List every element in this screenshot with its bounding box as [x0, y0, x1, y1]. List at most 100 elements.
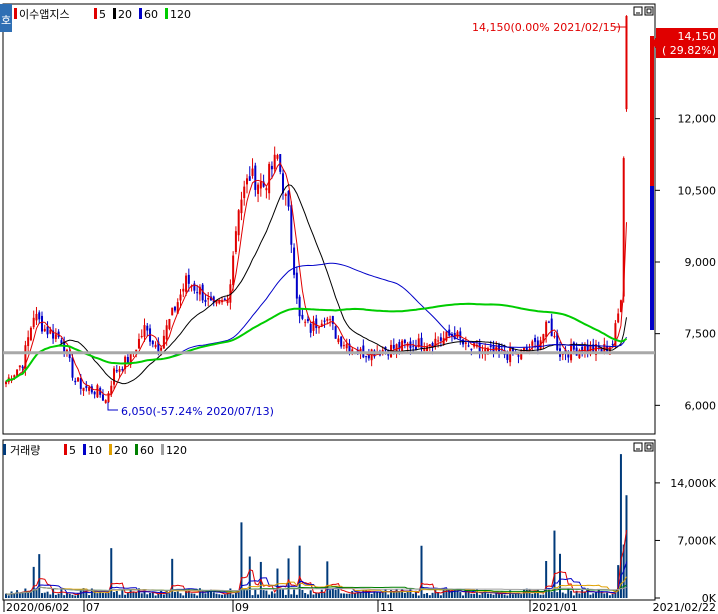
candle-body — [301, 314, 304, 319]
candle-body — [71, 357, 74, 378]
candle-body — [550, 318, 553, 337]
candle-body — [572, 342, 575, 350]
candle-body — [234, 231, 237, 252]
candle-body — [38, 312, 41, 320]
minimize-button[interactable] — [633, 6, 643, 16]
volume-bar — [378, 592, 381, 598]
candle-body — [320, 323, 323, 326]
volume-bar — [592, 593, 595, 598]
candle-body — [182, 288, 185, 292]
volume-bar — [295, 594, 298, 598]
candle-body — [140, 336, 143, 338]
volume-legend-ma-label: 5 — [69, 444, 76, 457]
volume-bar — [262, 590, 265, 598]
candle-body — [18, 365, 21, 368]
volume-bar — [223, 594, 226, 598]
candle-body — [32, 317, 35, 328]
candle-body — [82, 387, 85, 391]
volume-bar — [41, 593, 44, 598]
volume-bar — [517, 593, 520, 598]
volume-bar — [149, 592, 152, 598]
volume-bar — [506, 595, 509, 598]
volume-bar — [101, 592, 104, 598]
candle-body — [295, 272, 298, 299]
volume-legend-ma-label: 20 — [114, 444, 128, 457]
candle-body — [171, 307, 174, 316]
legend-ma-label: 60 — [144, 8, 158, 21]
volume-bar — [489, 593, 492, 598]
candle-body — [276, 155, 279, 159]
candle-body — [223, 298, 226, 300]
current-price-label: 14,150 — [678, 30, 717, 43]
volume-bar — [46, 591, 49, 598]
candle-body — [315, 318, 318, 329]
volume-bar — [559, 553, 561, 598]
candle-body — [545, 321, 548, 337]
volume-bar — [232, 594, 235, 598]
volume-bar — [417, 595, 420, 598]
x-tick-label: 2021/01 — [532, 601, 578, 614]
legend-stock-name: 이수앱지스 — [19, 8, 70, 21]
volume-bar — [126, 592, 129, 598]
candle-body — [41, 315, 44, 332]
volume-bar — [284, 594, 287, 598]
volume-bar — [113, 592, 116, 598]
candle-body — [168, 319, 171, 329]
candle-body — [207, 297, 210, 300]
volume-bar — [354, 593, 357, 598]
volume-bar — [301, 589, 304, 598]
volume-bar — [151, 592, 154, 598]
volume-bar — [550, 591, 553, 598]
price-tick-label: 12,000 — [678, 113, 717, 126]
maximize-button[interactable] — [644, 6, 654, 16]
candle-body — [259, 181, 262, 189]
volume-bar — [190, 593, 193, 598]
volume-tick-label: 7,000K — [677, 534, 716, 547]
volume-maximize-button[interactable] — [644, 442, 654, 452]
candle-body — [367, 355, 370, 359]
legend-ma-marker — [113, 8, 116, 19]
candle-body — [437, 340, 440, 342]
volume-legend-ma-marker — [135, 444, 138, 455]
candle-body — [464, 342, 467, 344]
candle-body — [423, 348, 426, 351]
candle-body — [290, 205, 293, 245]
volume-bar — [323, 592, 326, 598]
candle-body — [270, 165, 273, 170]
candle-body — [154, 344, 157, 348]
volume-bar — [426, 593, 429, 598]
volume-bar — [251, 595, 254, 598]
volume-bar — [74, 595, 77, 598]
volume-bar — [406, 591, 409, 598]
volume-bar — [135, 592, 138, 598]
volume-bar — [218, 594, 221, 598]
volume-legend-ma-marker — [109, 444, 112, 455]
volume-bar — [478, 594, 481, 598]
volume-bar — [597, 589, 600, 598]
volume-bar — [257, 594, 260, 598]
volume-bar — [54, 594, 57, 598]
volume-bar — [437, 592, 440, 598]
candle-body — [334, 326, 337, 339]
candle-body — [365, 356, 368, 358]
candle-body — [93, 391, 96, 395]
range-bar-up — [650, 36, 654, 186]
volume-bar — [176, 591, 179, 598]
volume-bar — [470, 593, 473, 598]
volume-bar — [118, 594, 121, 598]
x-tick-label: 07 — [86, 601, 100, 614]
volume-bar — [107, 592, 110, 598]
volume-bar — [65, 593, 68, 598]
candle-body — [113, 368, 116, 385]
candle-body — [318, 327, 321, 329]
volume-bar — [522, 589, 525, 598]
x-end-label: 2021/02/22 — [653, 601, 716, 614]
volume-bar — [201, 590, 204, 598]
volume-bar — [254, 588, 257, 598]
volume-bar — [88, 595, 91, 598]
volume-minimize-button[interactable] — [633, 442, 643, 452]
legend-ma-label: 20 — [118, 8, 132, 21]
volume-bar — [611, 593, 614, 598]
candle-body — [309, 323, 312, 333]
volume-legend-ma-marker — [161, 444, 164, 455]
